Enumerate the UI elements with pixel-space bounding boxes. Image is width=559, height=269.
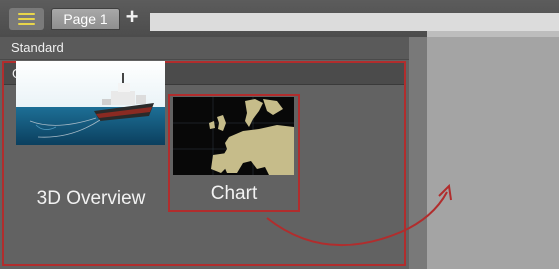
item-label-3d-overview: 3D Overview xyxy=(36,188,146,209)
menu-button[interactable] xyxy=(9,8,44,30)
thumbnail-chart[interactable] xyxy=(173,97,294,175)
app-window: Page 1 + Standard Geographic xyxy=(0,0,559,269)
hamburger-menu-icon xyxy=(18,13,35,15)
hamburger-line xyxy=(18,23,35,25)
thumbnail-3d-overview[interactable] xyxy=(16,61,165,145)
europe-map-icon xyxy=(173,97,294,175)
add-tab-button[interactable]: + xyxy=(122,6,142,30)
category-standard[interactable]: Standard xyxy=(0,37,409,60)
hamburger-line xyxy=(18,18,35,20)
tab-page-1[interactable]: Page 1 xyxy=(51,8,120,30)
drag-arrow-icon xyxy=(266,183,452,247)
ship-3d-scene-icon xyxy=(16,61,165,145)
tab-strip xyxy=(150,13,559,31)
